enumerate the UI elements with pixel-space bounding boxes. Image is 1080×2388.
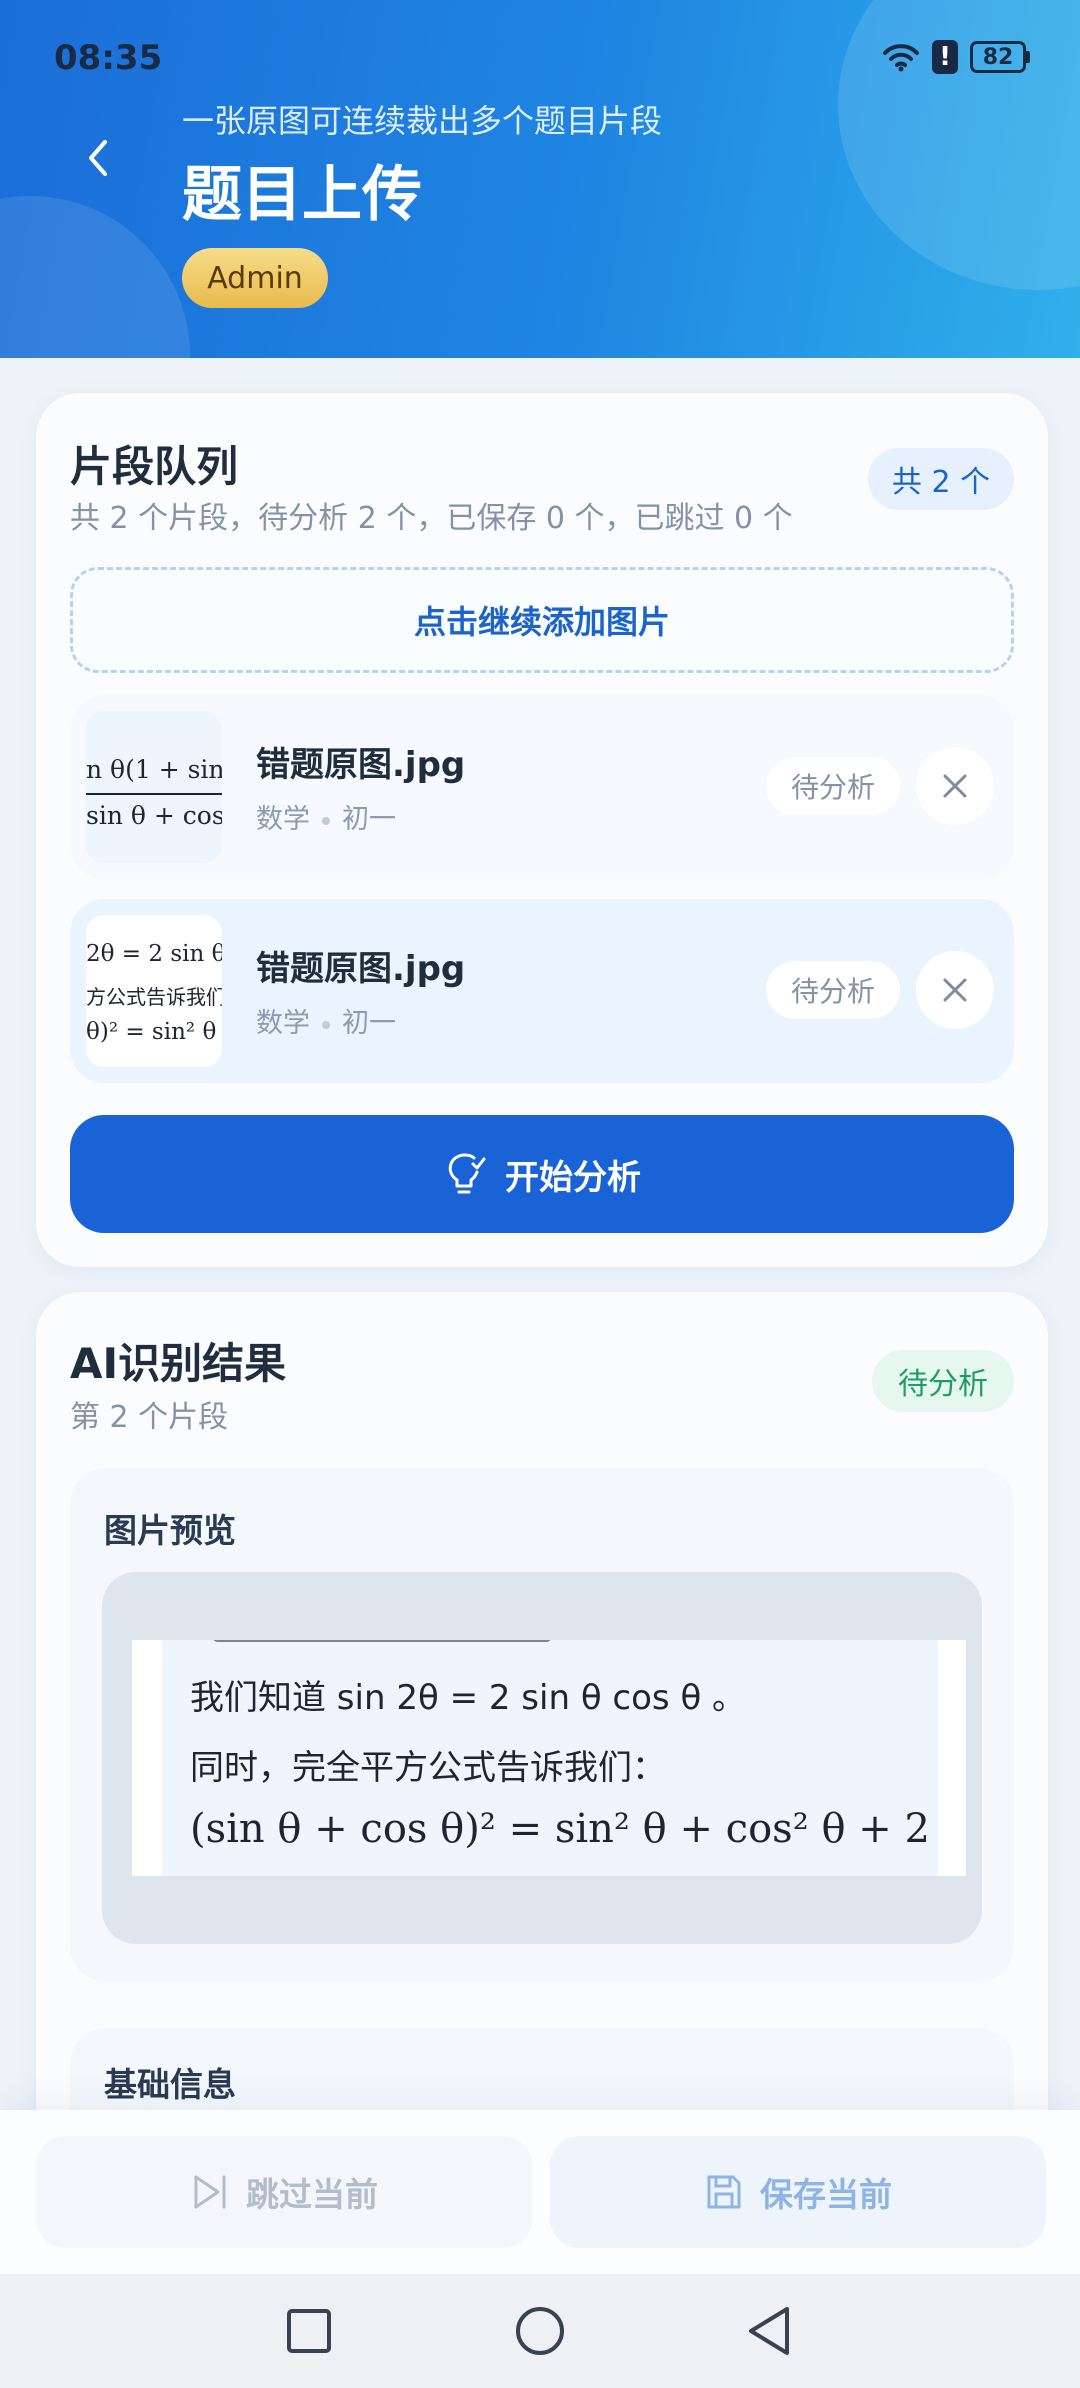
header-subtitle: 一张原图可连续裁出多个题目片段: [182, 102, 663, 140]
save-current-button[interactable]: 保存当前: [550, 2136, 1046, 2248]
close-icon: [943, 774, 967, 798]
page-title: 题目上传: [182, 160, 422, 230]
preview-image: 我们知道 sin 2θ = 2 sin θ cos θ 。 同时，完全平方公式告…: [132, 1640, 966, 1876]
preview-line: (sin θ + cos θ)² = sin² θ + cos² θ + 2: [190, 1806, 930, 1852]
lightbulb-icon: [448, 1153, 486, 1194]
queue-summary: 共 2 个片段，待分析 2 个，已保存 0 个，已跳过 0 个: [70, 501, 793, 536]
home-button[interactable]: [511, 2302, 569, 2360]
image-preview-frame[interactable]: 我们知道 sin 2θ = 2 sin θ cos θ 。 同时，完全平方公式告…: [102, 1572, 982, 1944]
preview-line: 同时，完全平方公式告诉我们：: [190, 1748, 666, 1788]
add-image-button[interactable]: 点击继续添加图片: [70, 567, 1014, 673]
segment-count-badge: 共 2 个: [868, 448, 1014, 510]
preview-line: 我们知道 sin 2θ = 2 sin θ cos θ 。: [190, 1678, 747, 1718]
circle-icon: [516, 2307, 564, 2355]
segment-meta: 数学 初一: [256, 1001, 396, 1040]
thumb-line: sin θ + cos θ: [86, 801, 222, 830]
segment-status-badge: 待分析: [766, 961, 900, 1019]
alert-icon: !: [932, 40, 958, 74]
role-badge: Admin: [182, 248, 328, 308]
thumb-line: 2θ = 2 sin θ: [86, 941, 222, 967]
segment-meta: 数学 初一: [256, 797, 396, 836]
skip-current-label: 跳过当前: [246, 2175, 378, 2214]
segment-thumbnail: 2θ = 2 sin θ 方公式告诉我们 θ)² = sin² θ: [86, 915, 222, 1067]
wifi-icon: [882, 42, 920, 72]
result-status-badge: 待分析: [872, 1350, 1014, 1412]
skip-icon: [194, 2175, 226, 2209]
page-header: 08:35 ! 82 一张原图可连续裁出多个题目片段 题目上传 Admin: [0, 0, 1080, 358]
start-analysis-label: 开始分析: [505, 1157, 641, 1198]
segment-grade: 初一: [342, 804, 396, 835]
remove-segment-button[interactable]: [916, 951, 994, 1029]
battery-icon: 82: [970, 41, 1030, 73]
chevron-left-icon: [89, 140, 107, 176]
status-time: 08:35: [54, 38, 163, 78]
back-nav-button[interactable]: [740, 2302, 798, 2360]
recents-button[interactable]: [280, 2302, 338, 2360]
basic-info-label: 基础信息: [104, 2065, 236, 2104]
battery-level: 82: [970, 41, 1026, 73]
segment-queue-card: 片段队列 共 2 个片段，待分析 2 个，已保存 0 个，已跳过 0 个 共 2…: [36, 393, 1048, 1267]
status-icons: ! 82: [882, 40, 1030, 74]
square-icon: [287, 2309, 331, 2353]
segment-name: 错题原图.jpg: [256, 949, 466, 989]
start-analysis-button[interactable]: 开始分析: [70, 1115, 1014, 1233]
triangle-back-icon: [749, 2307, 789, 2355]
segment-name: 错题原图.jpg: [256, 745, 466, 785]
result-subtitle: 第 2 个片段: [70, 1400, 229, 1435]
image-preview-panel: 图片预览 我们知道 sin 2θ = 2 sin θ cos θ 。 同时，完全…: [70, 1468, 1014, 1982]
thumb-line: 方公式告诉我们: [86, 985, 222, 1009]
segment-grade: 初一: [342, 1008, 396, 1039]
thumb-line: θ)² = sin² θ: [86, 1019, 217, 1045]
queue-title: 片段队列: [70, 442, 239, 491]
image-preview-label: 图片预览: [104, 1511, 236, 1550]
save-icon: [707, 2175, 741, 2209]
segment-item[interactable]: 2θ = 2 sin θ 方公式告诉我们 θ)² = sin² θ 错题原图.j…: [70, 899, 1014, 1083]
bottom-action-bar: 跳过当前 保存当前: [0, 2110, 1080, 2274]
close-icon: [943, 978, 967, 1002]
result-title: AI识别结果: [70, 1339, 287, 1388]
save-current-label: 保存当前: [760, 2175, 892, 2214]
skip-current-button[interactable]: 跳过当前: [36, 2136, 532, 2248]
thumb-line: n θ(1 + sin 2: [86, 755, 222, 784]
system-nav-bar: [0, 2274, 1080, 2388]
segment-subject: 数学: [256, 1008, 310, 1039]
segment-subject: 数学: [256, 804, 310, 835]
segment-status-badge: 待分析: [766, 757, 900, 815]
segment-thumbnail: n θ(1 + sin 2 sin θ + cos θ: [86, 711, 222, 863]
header-decoration: [0, 196, 190, 358]
remove-segment-button[interactable]: [916, 747, 994, 825]
segment-item[interactable]: n θ(1 + sin 2 sin θ + cos θ 错题原图.jpg 数学 初…: [70, 695, 1014, 879]
back-button[interactable]: [70, 130, 126, 186]
